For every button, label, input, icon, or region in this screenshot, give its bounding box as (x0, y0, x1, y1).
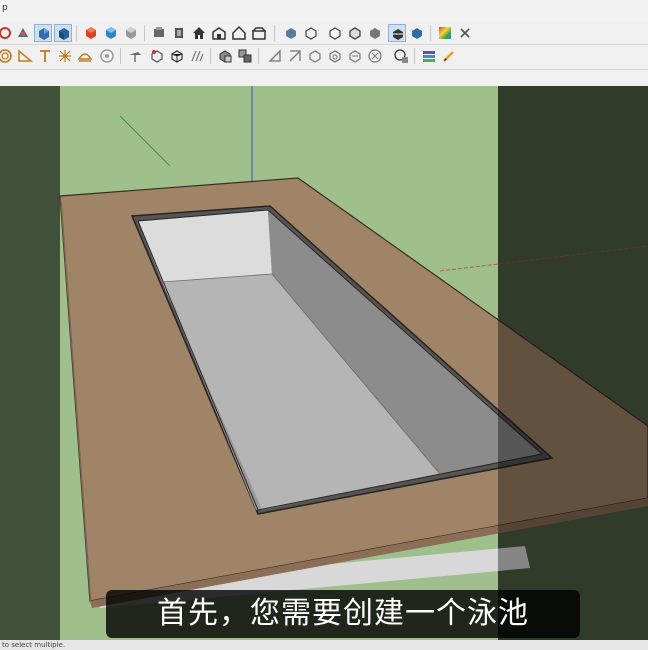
green-axis (119, 115, 171, 167)
dimension-icon[interactable] (76, 47, 94, 65)
separator (144, 25, 145, 41)
house-outline-icon[interactable] (230, 24, 248, 42)
scale-icon[interactable] (216, 47, 234, 65)
trim-icon[interactable] (392, 47, 410, 65)
menu-bar: p (0, 0, 648, 22)
pool-model-scene (0, 86, 648, 640)
style-textured-icon[interactable] (366, 24, 384, 42)
gray-box-icon[interactable] (122, 24, 140, 42)
separator (258, 48, 259, 64)
dismiss-icon[interactable] (456, 24, 474, 42)
orbit-icon[interactable] (0, 24, 14, 42)
intersect-icon[interactable] (326, 47, 344, 65)
views-icon[interactable] (150, 24, 168, 42)
separator (210, 48, 211, 64)
video-subtitle: 首先，您需要创建一个泳池 (106, 590, 580, 638)
push-pull-icon[interactable] (148, 47, 166, 65)
toolbar-views (0, 22, 648, 45)
separator (430, 25, 431, 41)
color-palette-icon[interactable] (436, 24, 454, 42)
separator (274, 25, 275, 41)
move-icon[interactable] (168, 47, 186, 65)
pencil-icon[interactable] (440, 47, 458, 65)
style-monochrome-icon[interactable] (388, 24, 406, 42)
outer-shell-icon[interactable] (306, 47, 324, 65)
iso-view-icon[interactable] (170, 24, 188, 42)
status-bar: to select multiple. (0, 640, 648, 650)
front-view-icon[interactable] (210, 24, 228, 42)
components-icon[interactable] (236, 47, 254, 65)
paint-icon[interactable] (126, 47, 144, 65)
style-xray-icon[interactable] (282, 24, 300, 42)
solid-tools-icon[interactable] (286, 47, 304, 65)
home-icon[interactable] (190, 24, 208, 42)
menu-help[interactable]: p (2, 3, 8, 13)
sketchup-window: p to select multiple. 首先，您需要创建一个泳池 (0, 0, 648, 650)
circle-icon[interactable] (0, 47, 14, 65)
style-wireframe-icon[interactable] (302, 24, 320, 42)
left-dim-overlay (0, 86, 60, 640)
rotate-icon[interactable] (188, 47, 206, 65)
blue-box-icon[interactable] (102, 24, 120, 42)
right-view-icon[interactable] (250, 24, 268, 42)
modeling-viewport[interactable] (0, 86, 648, 640)
subtract-icon[interactable] (366, 47, 384, 65)
axes-icon[interactable] (56, 47, 74, 65)
protractor-icon[interactable] (16, 47, 34, 65)
zoom-extents-icon[interactable] (54, 24, 72, 42)
section-plane-icon[interactable] (98, 47, 116, 65)
material-icon[interactable] (408, 24, 426, 42)
separator (120, 48, 121, 64)
style-hidden-line-icon[interactable] (326, 24, 344, 42)
group-icon[interactable] (266, 47, 284, 65)
red-box-icon[interactable] (82, 24, 100, 42)
separator (76, 25, 77, 41)
right-dim-overlay (498, 86, 648, 640)
toolbar-tools (0, 45, 648, 70)
text-icon[interactable] (36, 47, 54, 65)
style-shaded-icon[interactable] (346, 24, 364, 42)
union-icon[interactable] (346, 47, 364, 65)
pan-icon[interactable] (14, 24, 32, 42)
zoom-icon[interactable] (34, 24, 52, 42)
layers-icon[interactable] (420, 47, 438, 65)
separator (414, 48, 415, 64)
